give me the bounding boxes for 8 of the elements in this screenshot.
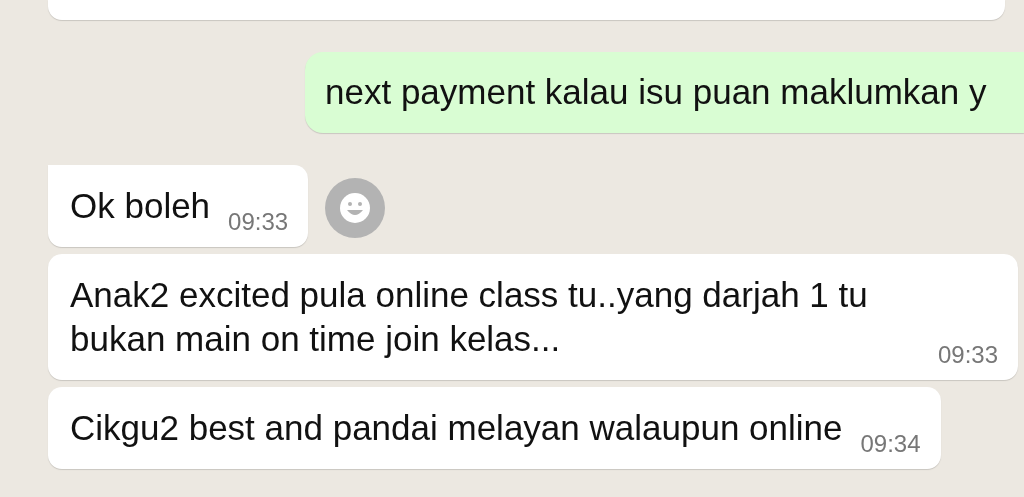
emoji-icon[interactable] [325,178,386,238]
message-text: Cikgu2 best and pandai melayan walaupun online [70,407,843,449]
message-text: Anak2 excited pula online class tu..yang darjah 1 tu bukan main on time join kelas... [70,274,869,360]
message-text: Ok boleh [70,185,211,227]
message-time: 09:33 [938,341,999,369]
message-time: 09:33 [228,208,289,236]
message-time: 09:34 [860,430,921,458]
message-bubble: next payment kalau isu puan maklumkan y [305,52,1024,133]
